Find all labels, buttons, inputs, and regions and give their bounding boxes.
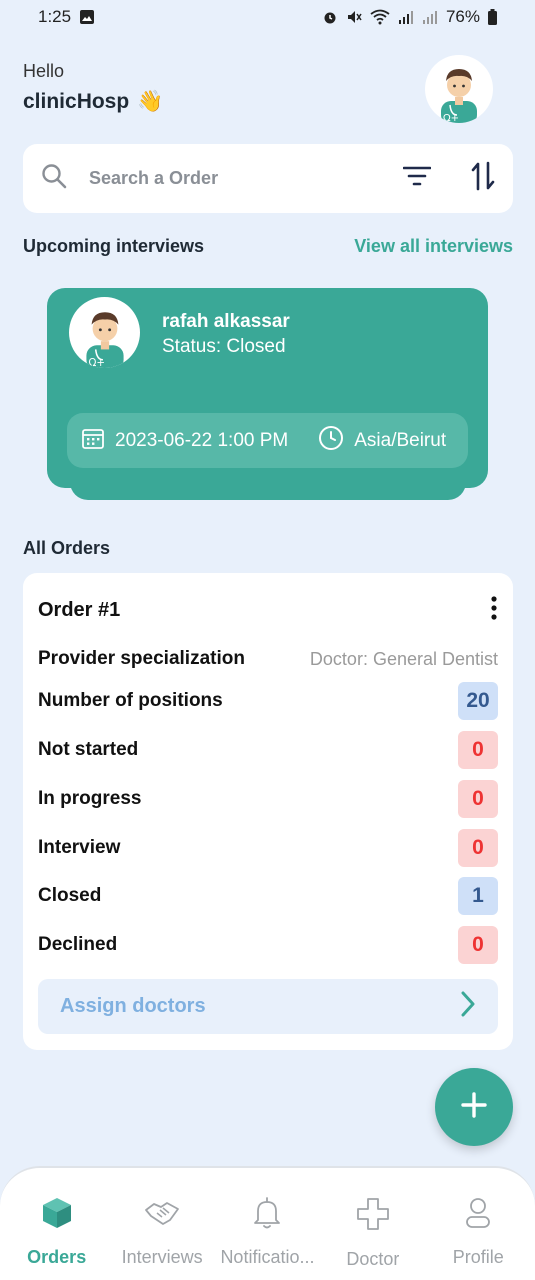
status-time: 1:25 xyxy=(38,7,72,26)
positions-badge: 20 xyxy=(458,682,498,720)
chevron-right-icon xyxy=(460,991,476,1022)
interview-badge: 0 xyxy=(458,829,498,867)
order-row-label: Provider specialization xyxy=(38,648,245,669)
declined-badge: 0 xyxy=(458,926,498,964)
search-bar xyxy=(23,144,513,213)
bell-icon xyxy=(252,1196,282,1235)
svg-text:Ω+: Ω+ xyxy=(443,113,459,123)
interview-timezone: Asia/Beirut xyxy=(354,429,447,451)
interview-card[interactable]: Ω+ rafah alkassar Status: Closed 2023-06… xyxy=(47,288,488,488)
interview-status: Status: Closed xyxy=(162,336,286,357)
interview-datetime: 2023-06-22 1:00 PM xyxy=(115,429,289,451)
nav-label: Interviews xyxy=(121,1247,203,1267)
order-card-header: Order #1 xyxy=(38,595,498,626)
profile-avatar[interactable]: Ω+ xyxy=(425,55,493,123)
order-row-specialization: Provider specialization Doctor: General … xyxy=(38,648,498,670)
status-bar: 1:25 76% xyxy=(0,0,535,34)
nav-doctor[interactable]: Doctor xyxy=(321,1168,425,1280)
nav-label: Notificatio... xyxy=(220,1247,315,1267)
plus-icon xyxy=(460,1091,488,1124)
user-name: clinicHosp 👋 xyxy=(23,90,493,114)
interview-datetime-pill: 2023-06-22 1:00 PM Asia/Beirut xyxy=(67,413,468,468)
not-started-badge: 0 xyxy=(458,731,498,769)
order-row-positions: Number of positions 20 xyxy=(38,682,498,720)
handshake-icon xyxy=(143,1196,181,1235)
all-orders-title: All Orders xyxy=(23,538,111,558)
search-input[interactable] xyxy=(89,168,379,189)
closed-badge: 1 xyxy=(458,877,498,915)
upcoming-section-header: Upcoming interviews View all interviews xyxy=(23,236,513,257)
assign-doctors-label: Assign doctors xyxy=(60,995,206,1017)
nav-orders[interactable]: Orders xyxy=(5,1168,109,1280)
user-icon xyxy=(463,1196,493,1235)
order-row-label: Interview xyxy=(38,837,121,858)
mute-icon xyxy=(346,9,362,25)
order-row-label: In progress xyxy=(38,788,142,809)
order-title: Order #1 xyxy=(38,599,121,621)
wave-emoji: 👋 xyxy=(137,90,164,113)
header: Hello clinicHosp 👋 Ω+ xyxy=(23,55,493,125)
in-progress-badge: 0 xyxy=(458,780,498,818)
bottom-navigation: Orders Interviews Notificatio... Doctor … xyxy=(0,1166,535,1280)
alarm-icon xyxy=(322,9,338,25)
cube-icon xyxy=(40,1196,74,1235)
search-icon xyxy=(41,163,67,194)
svg-text:Ω+: Ω+ xyxy=(88,357,105,368)
nav-label: Orders xyxy=(27,1247,87,1267)
order-row-interview: Interview 0 xyxy=(38,829,498,867)
order-row-label: Closed xyxy=(38,885,102,906)
user-name-text: clinicHosp xyxy=(23,90,130,113)
battery-percent: 76% xyxy=(445,7,480,26)
nav-notifications[interactable]: Notificatio... xyxy=(215,1168,319,1280)
order-row-label: Declined xyxy=(38,934,118,955)
signal-icon xyxy=(398,9,414,25)
doctor-avatar-icon: Ω+ xyxy=(85,312,124,368)
wifi-icon xyxy=(370,9,390,25)
doctor-avatar-icon: Ω+ xyxy=(441,69,477,123)
more-vertical-icon[interactable] xyxy=(490,595,498,626)
specialization-value: Doctor: General Dentist xyxy=(309,648,498,669)
interview-avatar: Ω+ xyxy=(69,297,140,368)
order-row-label: Not started xyxy=(38,739,139,760)
greeting-text: Hello xyxy=(23,61,65,81)
order-row-in-progress: In progress 0 xyxy=(38,780,498,818)
nav-profile[interactable]: Profile xyxy=(426,1168,530,1280)
nav-label: Doctor xyxy=(346,1249,400,1269)
order-row-not-started: Not started 0 xyxy=(38,731,498,769)
signal-2-icon xyxy=(422,9,438,25)
order-row-closed: Closed 1 xyxy=(38,877,498,915)
medical-cross-icon xyxy=(355,1196,391,1237)
view-all-interviews-link[interactable]: View all interviews xyxy=(354,236,513,257)
order-card[interactable]: Order #1 Provider specialization Doctor:… xyxy=(23,573,513,1050)
add-order-fab[interactable] xyxy=(435,1068,513,1146)
gallery-icon xyxy=(79,9,95,25)
upcoming-title: Upcoming interviews xyxy=(23,236,205,256)
sort-icon[interactable] xyxy=(471,161,495,196)
battery-icon xyxy=(488,9,497,25)
nav-label: Profile xyxy=(452,1247,504,1267)
assign-doctors-button[interactable]: Assign doctors xyxy=(38,979,498,1034)
nav-interviews[interactable]: Interviews xyxy=(110,1168,214,1280)
order-row-declined: Declined 0 xyxy=(38,926,498,964)
order-row-label: Number of positions xyxy=(38,690,223,711)
clock-icon xyxy=(318,425,344,457)
interview-doctor-name: rafah alkassar xyxy=(162,311,290,332)
calendar-icon xyxy=(81,426,105,456)
filter-icon[interactable] xyxy=(402,165,432,192)
